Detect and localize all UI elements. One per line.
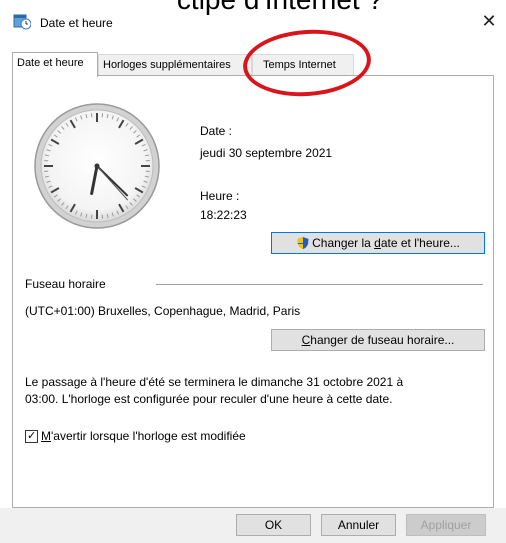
cancel-button[interactable]: Annuler (321, 514, 396, 536)
change-date-time-label-post: ate et l'heure... (380, 236, 460, 250)
dst-notice-line1: Le passage à l'heure d'été se terminera … (25, 375, 404, 389)
date-label: Date : (200, 124, 233, 138)
analog-clock (34, 103, 160, 229)
timezone-value: (UTC+01:00) Bruxelles, Copenhague, Madri… (25, 304, 301, 318)
change-timezone-button[interactable]: Changer de fuseau horaire... (271, 329, 485, 351)
change-date-time-label-pre: Changer la (312, 236, 375, 250)
dst-notice-line2: 03:00. L'horloge est configurée pour rec… (25, 392, 393, 406)
date-time-icon (13, 12, 32, 30)
time-value: 18:22:23 (200, 208, 247, 222)
change-date-time-label-key: d (374, 236, 381, 250)
time-label: Heure : (200, 189, 240, 203)
notify-checkbox-label[interactable]: M'avertir lorsque l'horloge est modifiée (41, 429, 246, 443)
change-timezone-label-rest: hanger de fuseau horaire... (310, 333, 455, 347)
tab-panel: Date : jeudi 30 septembre 2021 Heure : 1… (12, 75, 494, 508)
date-value: jeudi 30 septembre 2021 (200, 146, 333, 160)
notify-label-key: M (41, 429, 51, 443)
ok-button[interactable]: OK (236, 514, 311, 536)
change-date-time-button[interactable]: Changer la date et l'heure... (271, 232, 485, 254)
close-button[interactable]: ✕ (472, 8, 506, 36)
dialog-footer: OK Annuler Appliquer (0, 508, 506, 543)
notify-label-rest: 'avertir lorsque l'horloge est modifiée (51, 429, 246, 443)
apply-button[interactable]: Appliquer (406, 514, 486, 536)
timezone-section-label: Fuseau horaire (25, 277, 106, 291)
checkmark-icon: ✓ (27, 430, 37, 442)
timezone-divider (156, 284, 483, 285)
tab-temps-internet[interactable]: Temps Internet (252, 54, 354, 75)
tab-date-et-heure[interactable]: Date et heure (12, 52, 98, 77)
change-timezone-label-key: C (301, 333, 311, 347)
uac-shield-icon (296, 236, 310, 250)
window-title: Date et heure (40, 16, 113, 30)
tab-horloges-supplementaires[interactable]: Horloges supplémentaires (98, 54, 252, 75)
tab-strip: Date et heure Horloges supplémentaires T… (12, 52, 494, 77)
notify-checkbox[interactable]: ✓ (25, 430, 38, 443)
window-titlebar: Date et heure ✕ (0, 0, 506, 36)
